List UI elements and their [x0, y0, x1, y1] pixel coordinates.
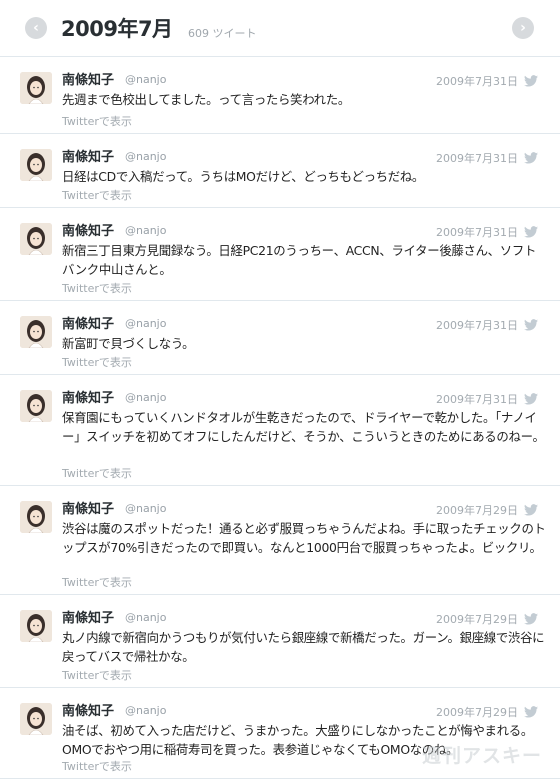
tweet-count: 609 ツイート	[188, 27, 257, 40]
tweet-text: 丸ノ内線で新宿向かうつもりが気付いたら銀座線で新橋だった。ガーン。銀座線で渋谷に…	[62, 630, 545, 664]
view-on-twitter-link[interactable]: Twitterで表示	[62, 113, 132, 129]
next-month-button[interactable]: ›	[512, 17, 534, 39]
archive-header: ‹ 2009年7月 609 ツイート ›	[0, 0, 560, 57]
author-name[interactable]: 南條知子	[62, 607, 114, 626]
view-on-twitter-link[interactable]: Twitterで表示	[62, 758, 132, 774]
view-on-twitter-link[interactable]: Twitterで表示	[62, 187, 132, 203]
tweet-date[interactable]: 2009年7月31日	[436, 317, 518, 333]
author-handle[interactable]: @nanjo	[125, 611, 166, 624]
view-on-twitter-link[interactable]: Twitterで表示	[62, 280, 132, 296]
author-handle[interactable]: @nanjo	[125, 150, 166, 163]
tweet-text: 保育園にもっていくハンドタオルが生乾きだったので、ドライヤーで乾かした。「ナノイ…	[62, 410, 545, 444]
avatar[interactable]	[20, 390, 52, 422]
avatar[interactable]	[20, 703, 52, 735]
author-handle[interactable]: @nanjo	[125, 704, 166, 717]
twitter-bird-icon	[524, 501, 538, 516]
page-title: 2009年7月	[61, 17, 173, 41]
avatar[interactable]	[20, 316, 52, 348]
avatar[interactable]	[20, 501, 52, 533]
avatar[interactable]	[20, 223, 52, 255]
tweet-item: 南條知子 @nanjo 2009年7月31日保育園にもっていくハンドタオルが生乾きだ…	[0, 375, 560, 486]
view-on-twitter-link[interactable]: Twitterで表示	[62, 354, 132, 370]
prev-month-button[interactable]: ‹	[25, 17, 47, 39]
author-handle[interactable]: @nanjo	[125, 73, 166, 86]
twitter-bird-icon	[524, 223, 538, 238]
author-name[interactable]: 南條知子	[62, 498, 114, 517]
author-handle[interactable]: @nanjo	[125, 502, 166, 515]
author-name[interactable]: 南條知子	[62, 220, 114, 239]
twitter-bird-icon	[524, 610, 538, 625]
tweet-text: 渋谷は魔のスポットだった！通ると必ず服買っちゃうんだよね。手に取ったチェックのト…	[62, 521, 546, 555]
twitter-bird-icon	[524, 703, 538, 718]
avatar[interactable]	[20, 72, 52, 104]
avatar[interactable]	[20, 610, 52, 642]
chevron-left-icon: ‹	[33, 20, 39, 36]
author-name[interactable]: 南條知子	[62, 387, 114, 406]
author-name[interactable]: 南條知子	[62, 700, 114, 719]
watermark-logo: 週刊アスキー	[421, 745, 542, 767]
twitter-bird-icon	[524, 149, 538, 164]
chevron-right-icon: ›	[520, 20, 526, 36]
twitter-bird-icon	[524, 390, 538, 405]
author-name[interactable]: 南條知子	[62, 69, 114, 88]
tweet-date[interactable]: 2009年7月31日	[436, 391, 518, 407]
author-handle[interactable]: @nanjo	[125, 317, 166, 330]
tweet-item: 南條知子 @nanjo 2009年7月29日渋谷は魔のスポットだった！通ると必ず服買…	[0, 486, 560, 595]
tweet-date[interactable]: 2009年7月29日	[436, 704, 518, 720]
author-name[interactable]: 南條知子	[62, 146, 114, 165]
tweet-text: 新宿三丁目東方見聞録なう。日経PC21のうっちー、ACCN、ライター後藤さん、ソ…	[62, 243, 537, 277]
avatar[interactable]	[20, 149, 52, 181]
tweet-item: 南條知子 @nanjo 2009年7月31日新宿三丁目東方見聞録なう。日経PC21の…	[0, 208, 560, 301]
view-on-twitter-link[interactable]: Twitterで表示	[62, 667, 132, 683]
tweet-date[interactable]: 2009年7月31日	[436, 224, 518, 240]
tweet-item: 南條知子 @nanjo 2009年7月31日新富町で貝づくしなう。 Twitterで表…	[0, 301, 560, 375]
tweet-date[interactable]: 2009年7月29日	[436, 611, 518, 627]
author-name[interactable]: 南條知子	[62, 313, 114, 332]
tweet-date[interactable]: 2009年7月29日	[436, 502, 518, 518]
tweet-item: 南條知子 @nanjo 2009年7月29日丸ノ内線で新宿向かうつもりが気付いたら銀…	[0, 595, 560, 688]
tweet-text: 新富町で貝づくしなう。	[62, 336, 195, 351]
tweet-text: 先週まで色校出してました。って言ったら笑われた。	[62, 92, 350, 107]
tweet-item: 南條知子 @nanjo 2009年7月31日先週まで色校出してました。って言ったら笑…	[0, 57, 560, 134]
tweet-item: 南條知子 @nanjo 2009年7月31日 日経はCDで入稿だって。うちはMOだけど…	[0, 134, 560, 208]
author-handle[interactable]: @nanjo	[125, 391, 166, 404]
view-on-twitter-link[interactable]: Twitterで表示	[62, 574, 132, 590]
twitter-bird-icon	[524, 72, 538, 87]
tweet-text: 日経はCDで入稿だって。うちはMOだけど、どっちもどっちだね。	[62, 169, 425, 184]
view-on-twitter-link[interactable]: Twitterで表示	[62, 465, 132, 481]
author-handle[interactable]: @nanjo	[125, 224, 166, 237]
tweet-date[interactable]: 2009年7月31日	[436, 150, 518, 166]
tweet-date[interactable]: 2009年7月31日	[436, 73, 518, 89]
twitter-bird-icon	[524, 316, 538, 331]
